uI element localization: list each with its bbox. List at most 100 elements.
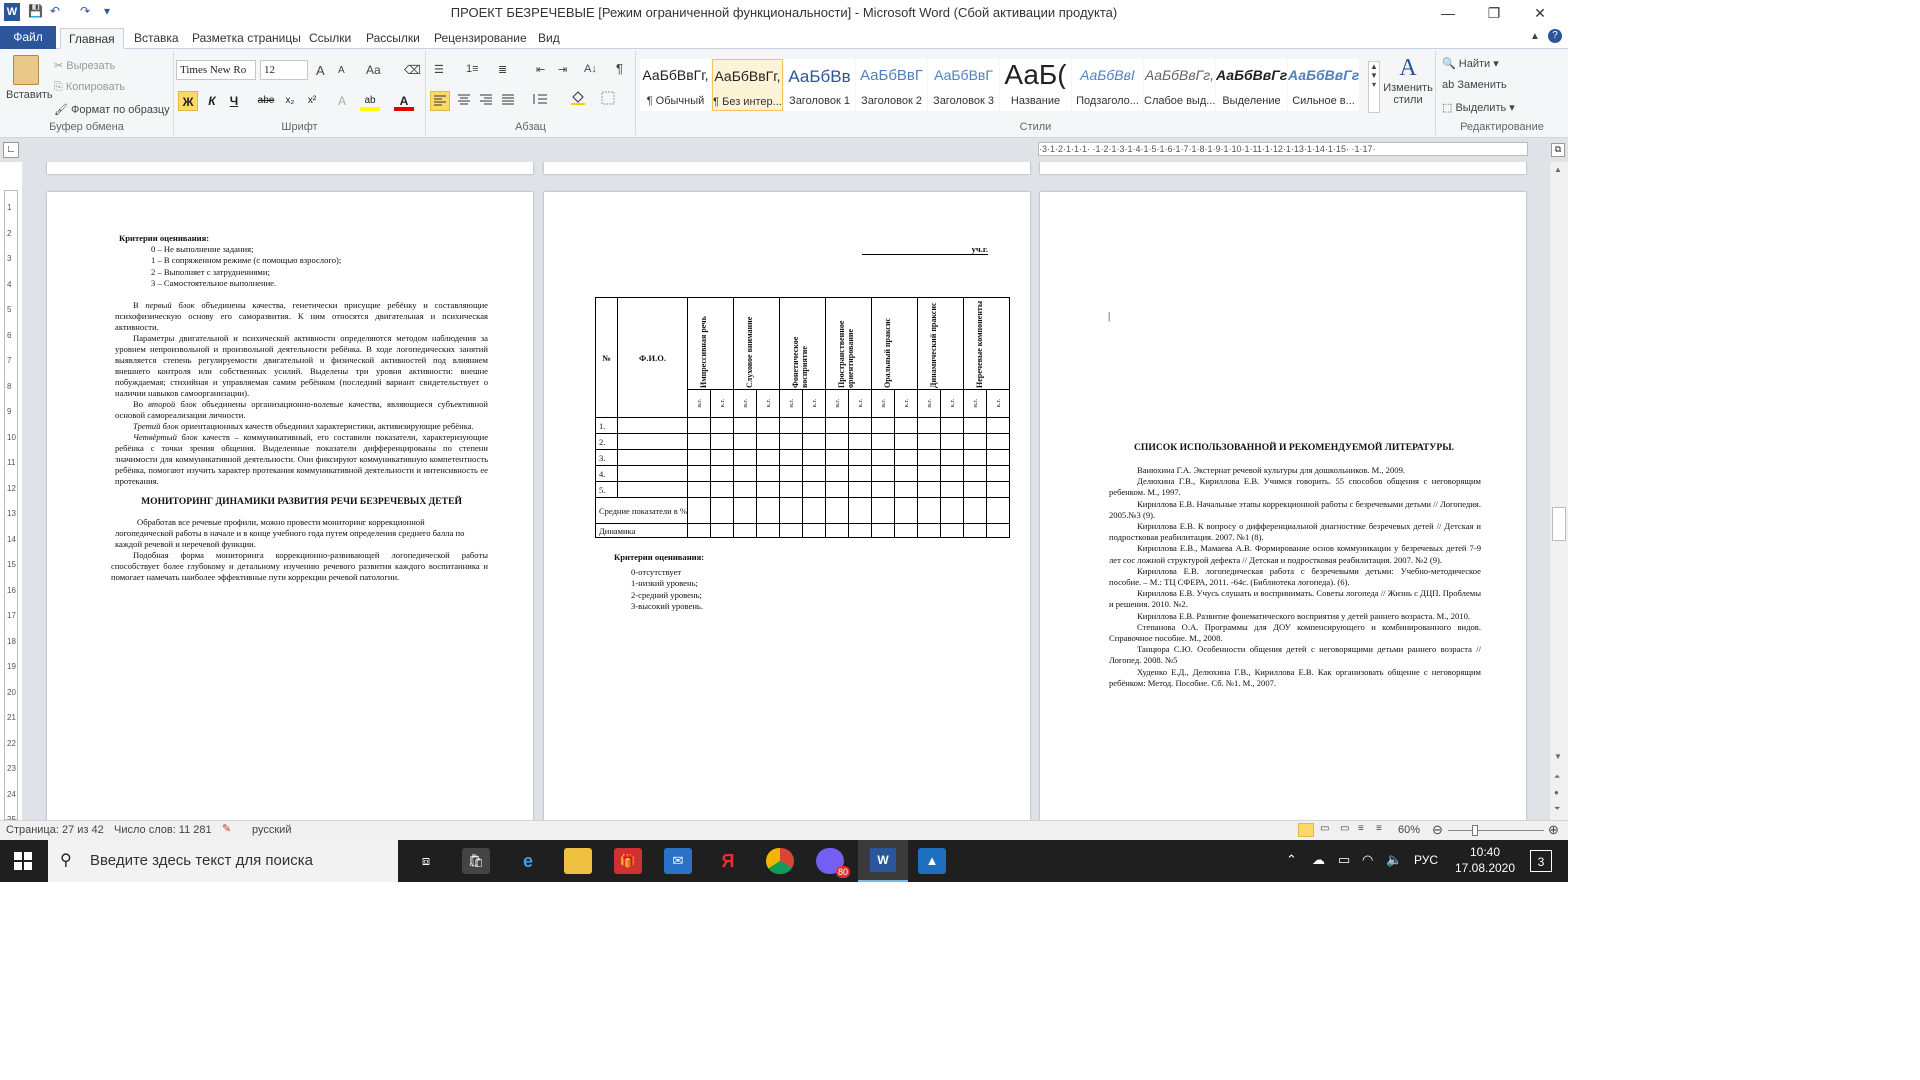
minimize-button[interactable]: —: [1428, 2, 1468, 24]
table-cell[interactable]: [802, 417, 826, 434]
language-indicator[interactable]: русский: [252, 824, 291, 836]
highlight-button[interactable]: ab: [360, 91, 380, 111]
row-number[interactable]: 2.: [595, 433, 618, 450]
table-cell[interactable]: [733, 449, 757, 466]
row-number[interactable]: 4.: [595, 465, 618, 482]
page-28[interactable]: уч.г. № Ф.И.О. Импрессивная речь Слуховое в…: [544, 192, 1030, 820]
format-painter-button[interactable]: 🖌 Формат по образцу: [54, 103, 170, 116]
input-language[interactable]: РУС: [1414, 853, 1438, 867]
zoom-slider[interactable]: [1448, 830, 1544, 831]
reading-layout-icon[interactable]: ▭: [1320, 823, 1329, 834]
bullets-icon[interactable]: ☰: [434, 63, 444, 76]
table-cell[interactable]: [986, 523, 1010, 538]
table-cell[interactable]: [687, 465, 711, 482]
table-cell[interactable]: [779, 465, 803, 482]
tab-page-layout[interactable]: Разметка страницы: [184, 28, 309, 49]
table-cell[interactable]: [825, 417, 849, 434]
paste-button[interactable]: Вставить: [6, 55, 53, 101]
sort-icon[interactable]: A↓: [584, 63, 597, 75]
table-cell[interactable]: [871, 433, 895, 450]
table-cell[interactable]: [963, 417, 987, 434]
row-name[interactable]: [617, 433, 688, 450]
bold-button[interactable]: Ж: [178, 91, 198, 111]
borders-button[interactable]: [598, 91, 618, 111]
style-5[interactable]: АаБбВвГ Заголовок 3: [928, 59, 999, 111]
style-8[interactable]: АаБбВвГг, Слабое выд...: [1144, 59, 1215, 111]
text-effects-button[interactable]: A: [332, 91, 352, 111]
numbering-icon[interactable]: 1≡: [466, 63, 479, 75]
table-cell[interactable]: [710, 497, 734, 524]
table-cell[interactable]: [848, 465, 872, 482]
shading-button[interactable]: [568, 91, 588, 111]
battery-icon[interactable]: ▭: [1338, 852, 1350, 868]
superscript-button[interactable]: x²: [302, 91, 322, 111]
table-cell[interactable]: [940, 417, 964, 434]
print-layout-icon[interactable]: [1298, 823, 1314, 837]
tab-selector[interactable]: ∟: [3, 142, 19, 158]
replace-button[interactable]: ab Заменить: [1442, 79, 1507, 91]
tab-insert[interactable]: Вставка: [126, 28, 187, 49]
table-cell[interactable]: [940, 465, 964, 482]
align-right-button[interactable]: [476, 91, 496, 111]
subscript-button[interactable]: x₂: [280, 91, 300, 111]
table-cell[interactable]: [848, 417, 872, 434]
photos-icon[interactable]: ▲: [918, 848, 946, 874]
row-name[interactable]: [617, 417, 688, 434]
table-cell[interactable]: [802, 481, 826, 498]
align-center-button[interactable]: [454, 91, 474, 111]
style-3[interactable]: АаБбВв Заголовок 1: [784, 59, 855, 111]
word-taskbar-button[interactable]: W: [858, 840, 908, 882]
style-4[interactable]: АаБбВвГ Заголовок 2: [856, 59, 927, 111]
table-cell[interactable]: [940, 449, 964, 466]
change-case-icon[interactable]: Aa: [366, 63, 381, 77]
table-cell[interactable]: [848, 481, 872, 498]
table-cell[interactable]: [940, 481, 964, 498]
chrome-icon[interactable]: [766, 848, 794, 874]
table-cell[interactable]: [756, 433, 780, 450]
wifi-icon[interactable]: ◠: [1362, 852, 1373, 868]
style-10[interactable]: АаБбВвГг Сильное в...: [1288, 59, 1359, 111]
table-cell[interactable]: [825, 523, 849, 538]
mail-icon[interactable]: ✉: [664, 848, 692, 874]
copy-button[interactable]: ⎘ Копировать: [54, 81, 125, 94]
zoom-level[interactable]: 60%: [1398, 824, 1420, 836]
italic-button[interactable]: К: [202, 91, 222, 111]
table-cell[interactable]: [871, 497, 895, 524]
page-27[interactable]: Критерии оценивания: 0 – Не выполнение з…: [47, 192, 533, 820]
table-cell[interactable]: [825, 497, 849, 524]
table-cell[interactable]: [779, 433, 803, 450]
font-family-select[interactable]: Times New Ro: [176, 60, 256, 80]
table-cell[interactable]: [825, 481, 849, 498]
table-cell[interactable]: [710, 523, 734, 538]
scroll-thumb[interactable]: [1552, 507, 1566, 541]
table-cell[interactable]: [894, 433, 918, 450]
styles-scroll[interactable]: ▲ ▼ ▾: [1368, 61, 1380, 113]
style-1[interactable]: АаБбВвГг, ¶ Обычный: [640, 59, 711, 111]
task-view-icon[interactable]: ⧈: [412, 848, 440, 874]
table-cell[interactable]: [687, 523, 711, 538]
table-cell[interactable]: [940, 497, 964, 524]
table-cell[interactable]: [871, 523, 895, 538]
tab-review[interactable]: Рецензирование: [426, 28, 535, 49]
row-number[interactable]: 1.: [595, 417, 618, 434]
table-cell[interactable]: [825, 433, 849, 450]
web-layout-icon[interactable]: ▭: [1340, 823, 1349, 834]
vertical-scrollbar[interactable]: ▲ ▼ ⏶ ● ⏷: [1549, 162, 1568, 820]
gift-icon[interactable]: 🎁: [614, 848, 642, 874]
style-7[interactable]: АаБбВвІ Подзаголо...: [1072, 59, 1143, 111]
tray-chevron-icon[interactable]: ⌃: [1286, 852, 1297, 868]
cut-button[interactable]: ✂ Вырезать: [54, 59, 115, 72]
viber-icon[interactable]: 80: [816, 848, 850, 878]
yandex-icon[interactable]: Я: [714, 848, 742, 874]
table-cell[interactable]: [940, 523, 964, 538]
table-cell[interactable]: [779, 481, 803, 498]
table-cell[interactable]: [986, 449, 1010, 466]
table-cell[interactable]: [710, 433, 734, 450]
table-cell[interactable]: [825, 465, 849, 482]
browse-object-icon[interactable]: ●: [1554, 788, 1559, 797]
table-cell[interactable]: [917, 433, 941, 450]
table-cell[interactable]: [756, 417, 780, 434]
table-cell[interactable]: [894, 449, 918, 466]
row-name[interactable]: [617, 481, 688, 498]
edge-icon[interactable]: e: [514, 848, 542, 874]
